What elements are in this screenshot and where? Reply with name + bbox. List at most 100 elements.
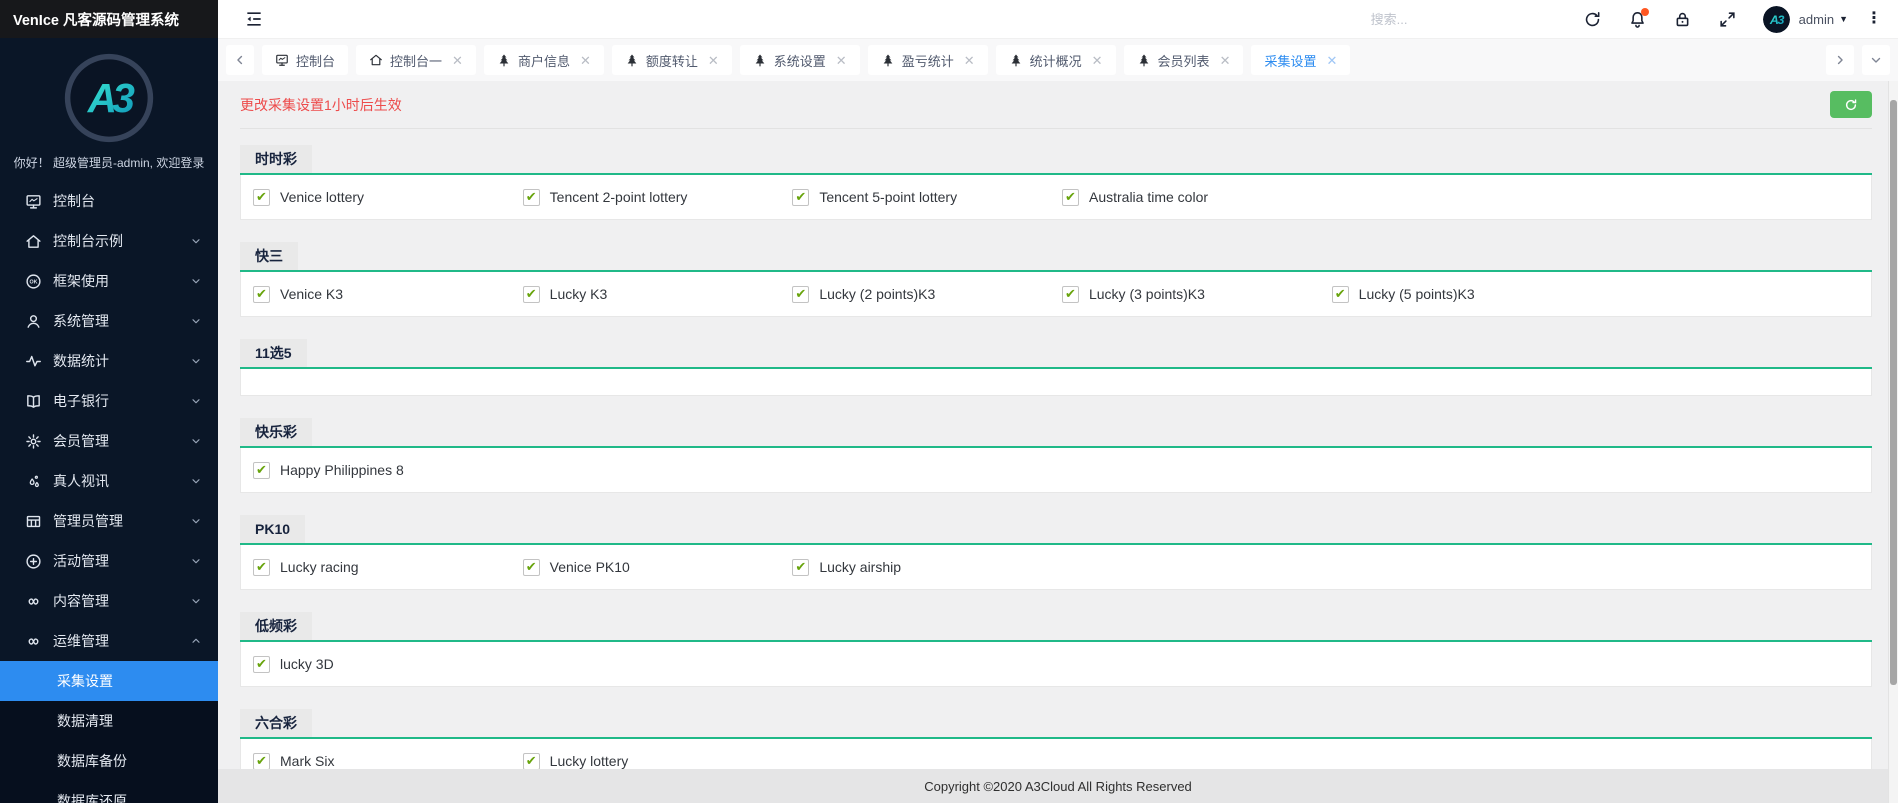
lottery-option-label: Lucky K3: [550, 286, 608, 302]
search-input[interactable]: [1369, 11, 1523, 28]
tab-2[interactable]: 商户信息 ✕: [484, 45, 604, 75]
lottery-option: ✔Lucky (5 points)K3: [1332, 286, 1602, 303]
checkbox-checked[interactable]: ✔: [1062, 286, 1079, 303]
sidebar-subitem[interactable]: 数据清理: [0, 701, 218, 741]
close-icon[interactable]: ✕: [1092, 54, 1103, 67]
close-icon[interactable]: ✕: [836, 54, 847, 67]
sidebar-item-label: 内容管理: [53, 591, 190, 611]
sidebar-subitem[interactable]: 数据库还原: [0, 781, 218, 803]
tab-5[interactable]: 盈亏统计 ✕: [868, 45, 988, 75]
close-icon[interactable]: ✕: [964, 54, 975, 67]
checkbox-checked[interactable]: ✔: [253, 753, 270, 770]
sidebar-item-0[interactable]: 控制台: [0, 181, 218, 221]
section-row: ✔lucky 3D: [240, 642, 1872, 687]
refresh-icon: [1844, 98, 1858, 112]
lottery-option: ✔ Tencent 2-point lottery: [523, 189, 793, 206]
checkbox-checked[interactable]: ✔: [253, 189, 270, 206]
tab-8[interactable]: 采集设置✕: [1251, 45, 1350, 75]
checkbox-checked[interactable]: ✔: [253, 656, 270, 673]
lottery-option: ✔Mark Six: [253, 753, 523, 770]
tree-icon: [497, 53, 511, 67]
checkbox-checked[interactable]: ✔: [523, 189, 540, 206]
lottery-option: ✔Venice lottery: [253, 189, 523, 206]
checkbox-checked[interactable]: ✔: [1062, 189, 1079, 206]
notice-text: 更改采集设置1小时后生效: [240, 95, 402, 115]
checkbox-checked[interactable]: ✔: [523, 286, 540, 303]
close-icon[interactable]: ✕: [1326, 54, 1337, 67]
checkbox-checked[interactable]: ✔: [523, 753, 540, 770]
section-1: 快三✔Venice K3✔Lucky K3✔Lucky (2 points)K3…: [240, 242, 1872, 317]
lottery-option: ✔Lucky racing: [253, 559, 523, 576]
tabs-scroll-right-button[interactable]: [1826, 45, 1854, 75]
checkbox-checked[interactable]: ✔: [253, 462, 270, 479]
close-icon[interactable]: ✕: [452, 54, 463, 67]
close-icon[interactable]: ✕: [580, 54, 591, 67]
tab-4[interactable]: 系统设置✕: [740, 45, 860, 75]
a3-logo-icon: A3: [63, 52, 155, 144]
checkbox-checked[interactable]: ✔: [792, 286, 809, 303]
section-head: 六合彩: [240, 709, 1872, 739]
caret-down-icon: ▼: [1839, 14, 1848, 24]
sidebar-item-5[interactable]: 电子银行: [0, 381, 218, 421]
tree-icon: [881, 53, 895, 67]
section-row: ✔Venice lottery✔Tencent 2-point lottery✔…: [240, 175, 1872, 220]
lottery-option: ✔Venice K3: [253, 286, 523, 303]
tab-3[interactable]: 额度转让✕: [612, 45, 732, 75]
tab-label: 控制台一: [390, 51, 442, 70]
tab-label: 盈亏统计: [902, 51, 954, 70]
sidebar-item-7[interactable]: 真人视讯: [0, 461, 218, 501]
sidebar-item-label: 活动管理: [53, 551, 190, 571]
sidebar-item-2[interactable]: OK框架使用: [0, 261, 218, 301]
tabs-scroll-left-button[interactable]: [226, 45, 254, 75]
sidebar-item-label: 数据统计: [53, 351, 190, 371]
main-area: A3 admin ▼ ⋮ 控制台控制台一✕商户信息✕额度转让✕系统设置✕盈亏统计…: [218, 0, 1898, 803]
sidebar-item-label: 真人视讯: [53, 471, 190, 491]
sidebar-item-11[interactable]: 运维管理: [0, 621, 218, 661]
section-row: ✔Happy Philippines 8: [240, 448, 1872, 493]
tab-label: 商户信息: [518, 51, 570, 70]
close-icon[interactable]: ✕: [708, 54, 719, 67]
tabs-menu-button[interactable]: [1862, 45, 1890, 75]
sidebar-item-9[interactable]: 活动管理: [0, 541, 218, 581]
sidebar-item-6[interactable]: 会员管理: [0, 421, 218, 461]
tab-1[interactable]: 控制台一 ✕: [356, 45, 476, 75]
section-row: ✔Lucky racing✔Venice PK10✔Lucky airship: [240, 545, 1872, 590]
checkbox-checked[interactable]: ✔: [792, 189, 809, 206]
book-icon: [25, 393, 42, 410]
refresh-icon[interactable]: [1583, 10, 1602, 29]
checkbox-checked[interactable]: ✔: [253, 286, 270, 303]
sidebar-item-4[interactable]: 数据统计: [0, 341, 218, 381]
sidebar-item-label: 会员管理: [53, 431, 190, 451]
close-icon[interactable]: ✕: [1220, 54, 1231, 67]
user-menu[interactable]: admin ▼: [1799, 12, 1848, 27]
lock-screen-icon[interactable]: [1673, 10, 1692, 29]
sidebar-item-1[interactable]: 控制台示例: [0, 221, 218, 261]
fullscreen-icon[interactable]: [1718, 10, 1737, 29]
sidebar-item-8[interactable]: 管理员管理: [0, 501, 218, 541]
tab-7[interactable]: 会员列表✕: [1124, 45, 1244, 75]
collapse-menu-icon[interactable]: [244, 9, 264, 29]
chevron-down-icon: [190, 395, 202, 407]
section-head: 时时彩: [240, 145, 1872, 175]
user-avatar[interactable]: A3: [1763, 6, 1790, 33]
home-icon: [369, 53, 383, 67]
lottery-option-label: Tencent 2-point lottery: [550, 189, 688, 205]
scrollbar-thumb[interactable]: [1890, 100, 1897, 685]
checkbox-checked[interactable]: ✔: [523, 559, 540, 576]
collect-refresh-button[interactable]: [1830, 91, 1872, 118]
lottery-option: ✔Lucky lottery: [523, 753, 793, 770]
tab-0[interactable]: 控制台: [262, 45, 348, 75]
sidebar-item-3[interactable]: 系统管理: [0, 301, 218, 341]
tab-6[interactable]: 统计概况✕: [996, 45, 1116, 75]
section-title: 低频彩: [240, 612, 312, 640]
checkbox-checked[interactable]: ✔: [253, 559, 270, 576]
checkbox-checked[interactable]: ✔: [792, 559, 809, 576]
lottery-option-label: Australia time color: [1089, 189, 1208, 205]
sidebar-item-10[interactable]: 内容管理: [0, 581, 218, 621]
section-5: 低频彩✔lucky 3D: [240, 612, 1872, 687]
more-options-icon[interactable]: ⋮: [1864, 11, 1884, 27]
sidebar-subitem[interactable]: 采集设置: [0, 661, 218, 701]
notifications-bell-icon[interactable]: [1628, 10, 1647, 29]
sidebar-subitem[interactable]: 数据库备份: [0, 741, 218, 781]
checkbox-checked[interactable]: ✔: [1332, 286, 1349, 303]
